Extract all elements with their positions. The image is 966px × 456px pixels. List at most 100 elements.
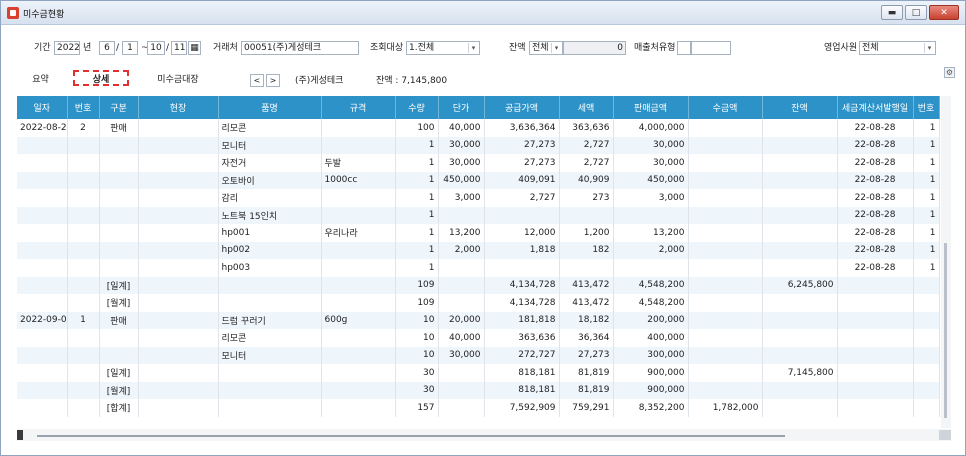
- column-header[interactable]: 단가: [438, 96, 485, 119]
- table-cell: [17, 189, 68, 207]
- column-header[interactable]: 세액: [559, 96, 614, 119]
- table-cell: [138, 154, 219, 172]
- column-header[interactable]: 수량: [395, 96, 439, 119]
- column-header[interactable]: 번호: [67, 96, 100, 119]
- table-row[interactable]: 모니터 10 30,000 272,727 27,273 300,000: [17, 346, 940, 364]
- table-row[interactable]: [일계] 30 818,181 81,819 900,000 7,145,800: [17, 364, 940, 382]
- column-header[interactable]: 번호: [913, 96, 940, 119]
- sales-type-checkbox[interactable]: [677, 41, 691, 55]
- column-header[interactable]: 구분: [99, 96, 139, 119]
- year-input[interactable]: 2022: [54, 41, 80, 55]
- to-day-input[interactable]: 11: [171, 41, 187, 55]
- query-target-select[interactable]: 1.전체 ▾: [406, 41, 480, 55]
- table-cell: [17, 294, 68, 312]
- scroll-right-button[interactable]: [939, 430, 951, 440]
- table-row[interactable]: 2022-09-051판매 드럼 꾸러기600g1020,000181,81818…: [17, 311, 940, 329]
- table-cell: 22-08-28: [837, 136, 914, 154]
- maximize-button[interactable]: □: [905, 5, 927, 20]
- table-cell: 30,000: [438, 154, 485, 172]
- table-cell: 1: [395, 224, 439, 242]
- column-header[interactable]: 잔액: [762, 96, 838, 119]
- table-cell: 450,000: [438, 171, 485, 189]
- table-cell: [67, 206, 100, 224]
- column-header[interactable]: 규격: [321, 96, 396, 119]
- sales-type-label: 매출처유형: [634, 43, 676, 53]
- chevron-down-icon: ▾: [924, 43, 934, 53]
- column-header[interactable]: 공급가액: [484, 96, 560, 119]
- table-cell: [321, 241, 396, 259]
- table-cell: [99, 346, 139, 364]
- table-cell: 모니터: [218, 346, 322, 364]
- table-cell: 1: [395, 136, 439, 154]
- scroll-left-button[interactable]: [17, 430, 23, 440]
- table-row[interactable]: hp003 1 22-08-28 1: [17, 259, 940, 277]
- table-cell: [138, 189, 219, 207]
- table-cell: [913, 329, 940, 347]
- column-header[interactable]: 판매금액: [613, 96, 689, 119]
- table-cell: [99, 171, 139, 189]
- sales-type-input[interactable]: [691, 41, 731, 55]
- salesperson-select[interactable]: 전체 ▾: [859, 41, 936, 55]
- tab-detail[interactable]: 상세: [73, 70, 129, 86]
- table-cell: 1: [395, 189, 439, 207]
- table-cell: 두발: [321, 154, 396, 172]
- table-row[interactable]: 2022-08-232판매 리모콘 10040,0003,636,364363,63…: [17, 119, 940, 137]
- from-day-input[interactable]: 1: [122, 41, 138, 55]
- table-cell: 1,200: [559, 224, 614, 242]
- table-cell: [438, 399, 485, 417]
- table-row[interactable]: 노트북 15인치 1 22-08-28 1: [17, 206, 940, 224]
- column-header[interactable]: 수금액: [688, 96, 763, 119]
- from-month-input[interactable]: 6: [99, 41, 115, 55]
- table-cell: [762, 294, 838, 312]
- vertical-scroll-thumb[interactable]: [944, 243, 947, 418]
- gear-icon[interactable]: ⚙: [944, 67, 955, 78]
- table-row[interactable]: 오토바이 1000cc 1 450,000 409,091 40,909 450,000 22…: [17, 171, 940, 189]
- column-header[interactable]: 세금계산서발행일: [837, 96, 914, 119]
- close-button[interactable]: ✕: [929, 5, 959, 20]
- column-header[interactable]: 현장: [138, 96, 219, 119]
- table-cell: 181,818: [484, 311, 560, 329]
- table-cell: [762, 399, 838, 417]
- table-row[interactable]: 리모콘 10 40,000 363,636 36,364 400,000: [17, 329, 940, 347]
- table-row[interactable]: hp001 우리나라 1 13,200 12,000 1,200 13,200 22-08-2…: [17, 224, 940, 242]
- table-row[interactable]: 자전거 두발 1 30,000 27,273 2,727 30,000 22-08-28 1: [17, 154, 940, 172]
- tab-summary[interactable]: 요약: [13, 72, 68, 88]
- balance-select[interactable]: 전체 ▾: [529, 41, 563, 55]
- tab-receivable-ledger[interactable]: 미수금대장: [143, 72, 213, 88]
- client-input[interactable]: 00051(주)게성테크: [241, 41, 359, 55]
- vertical-scrollbar[interactable]: [941, 96, 951, 428]
- horizontal-scroll-thumb[interactable]: [37, 435, 785, 437]
- calendar-icon[interactable]: ▦: [188, 41, 201, 55]
- table-cell: [688, 154, 763, 172]
- table-row[interactable]: hp002 1 2,000 1,818 182 2,000 22-08-28 1: [17, 241, 940, 259]
- table-cell: [138, 136, 219, 154]
- table-row[interactable]: 모니터 1 30,000 27,273 2,727 30,000 22-08-28 1: [17, 136, 940, 154]
- table-cell: 2022-08-23: [17, 119, 68, 137]
- table-row[interactable]: [일계] 109 4,134,728 413,472 4,548,200 6,245,80…: [17, 276, 940, 294]
- table-cell: 759,291: [559, 399, 614, 417]
- table-cell: 600g: [321, 311, 396, 329]
- table-cell: 10: [395, 311, 439, 329]
- table-cell: 100: [395, 119, 439, 137]
- next-client-button[interactable]: >: [266, 74, 280, 87]
- table-cell: 30,000: [613, 154, 689, 172]
- query-target-value: 1.전체: [409, 43, 435, 53]
- table-cell: [67, 171, 100, 189]
- table-cell: [438, 364, 485, 382]
- table-row[interactable]: [합계] 157 7,592,909 759,291 8,352,200 1,782,00…: [17, 399, 940, 417]
- prev-client-button[interactable]: <: [250, 74, 264, 87]
- table-cell: [613, 259, 689, 277]
- minimize-button[interactable]: ▬: [881, 5, 903, 20]
- column-header[interactable]: 품명: [218, 96, 322, 119]
- table-row[interactable]: [월계] 109 4,134,728 413,472 4,548,200: [17, 294, 940, 312]
- balance-amount-input[interactable]: 0: [563, 41, 626, 55]
- to-month-input[interactable]: 10: [147, 41, 165, 55]
- column-header[interactable]: 일자: [17, 96, 68, 119]
- table-cell: 7,592,909: [484, 399, 560, 417]
- table-cell: 2,000: [438, 241, 485, 259]
- horizontal-scrollbar[interactable]: [17, 429, 951, 441]
- table-cell: 20,000: [438, 311, 485, 329]
- table-cell: 30: [395, 381, 439, 399]
- table-row[interactable]: [월계] 30 818,181 81,819 900,000: [17, 381, 940, 399]
- table-row[interactable]: 감리 1 3,000 2,727 273 3,000 22-08-28 1: [17, 189, 940, 207]
